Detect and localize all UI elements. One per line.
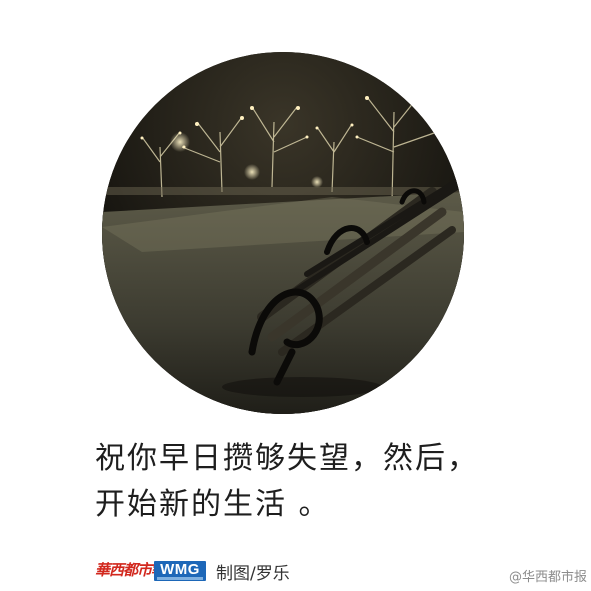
circular-photo [102, 52, 464, 414]
quote-line-1: 祝你早日攒够失望，然后， [95, 441, 479, 476]
footer: 華西都市報 WMG 制图/罗乐 @华西都市报 [95, 556, 591, 586]
quote-line-2: 开始新的生活 。 [95, 487, 331, 522]
weibo-watermark: @华西都市报 [508, 570, 587, 585]
quote-text: 祝你早日攒够失望，然后， 开始新的生活 。 [95, 436, 535, 528]
wmg-logo: WMG [154, 561, 206, 581]
wmg-logo-text: WMG [160, 561, 200, 578]
night-park-bench-image [102, 52, 464, 414]
illustrator-credit: 制图/罗乐 [216, 564, 290, 584]
